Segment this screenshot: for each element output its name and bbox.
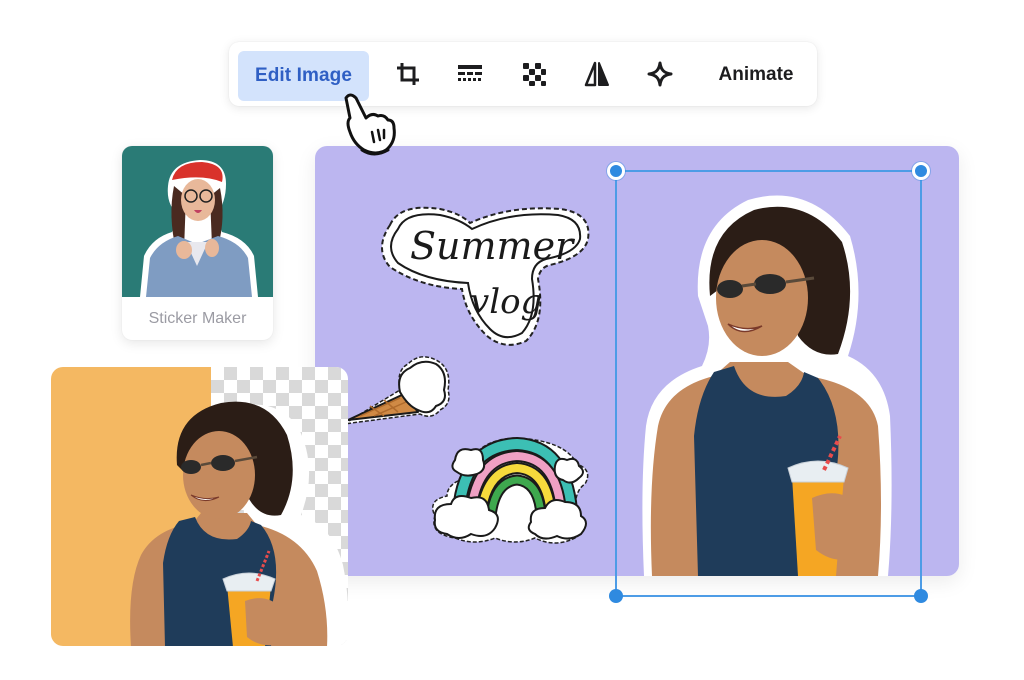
sticker-maker-card[interactable]: Sticker Maker <box>122 146 273 340</box>
selection-border-left <box>615 170 617 596</box>
selection-border-right <box>920 170 922 596</box>
crop-icon <box>397 63 419 85</box>
flip-button[interactable] <box>581 58 613 90</box>
crop-button[interactable] <box>392 58 424 90</box>
rainbow-sticker[interactable] <box>425 430 595 550</box>
transparency-button[interactable] <box>518 58 550 90</box>
selected-person-image[interactable] <box>638 186 900 576</box>
summer-vlog-sticker[interactable]: Summer vlog <box>370 195 600 355</box>
person-sticker-image <box>140 160 258 297</box>
sparkle-icon <box>647 61 673 87</box>
ice-cream-sticker[interactable] <box>340 350 455 430</box>
animate-button[interactable]: Animate <box>709 51 803 99</box>
sticker-text-vlog: vlog <box>470 282 542 322</box>
line-style-button[interactable] <box>454 58 486 90</box>
person-cutout-image <box>130 401 348 646</box>
sticker-maker-label: Sticker Maker <box>148 309 247 327</box>
hand-pointer-cursor-icon <box>344 93 396 156</box>
transparency-icon <box>523 63 546 86</box>
resize-handle-top-right[interactable] <box>912 162 930 180</box>
background-removal-preview <box>51 367 348 646</box>
sticker-maker-thumbnail <box>122 146 273 297</box>
resize-handle-bottom-right[interactable] <box>914 589 928 603</box>
effects-button[interactable] <box>644 58 676 90</box>
sticker-text-summer: Summer <box>410 224 576 268</box>
flip-icon <box>584 61 609 87</box>
selection-border-bottom <box>616 595 922 597</box>
resize-handle-bottom-left[interactable] <box>609 589 623 603</box>
image-toolbar: Edit Image Animate <box>229 42 817 106</box>
resize-handle-top-left[interactable] <box>607 162 625 180</box>
selection-border-top <box>616 170 922 172</box>
line-style-icon <box>458 65 482 81</box>
